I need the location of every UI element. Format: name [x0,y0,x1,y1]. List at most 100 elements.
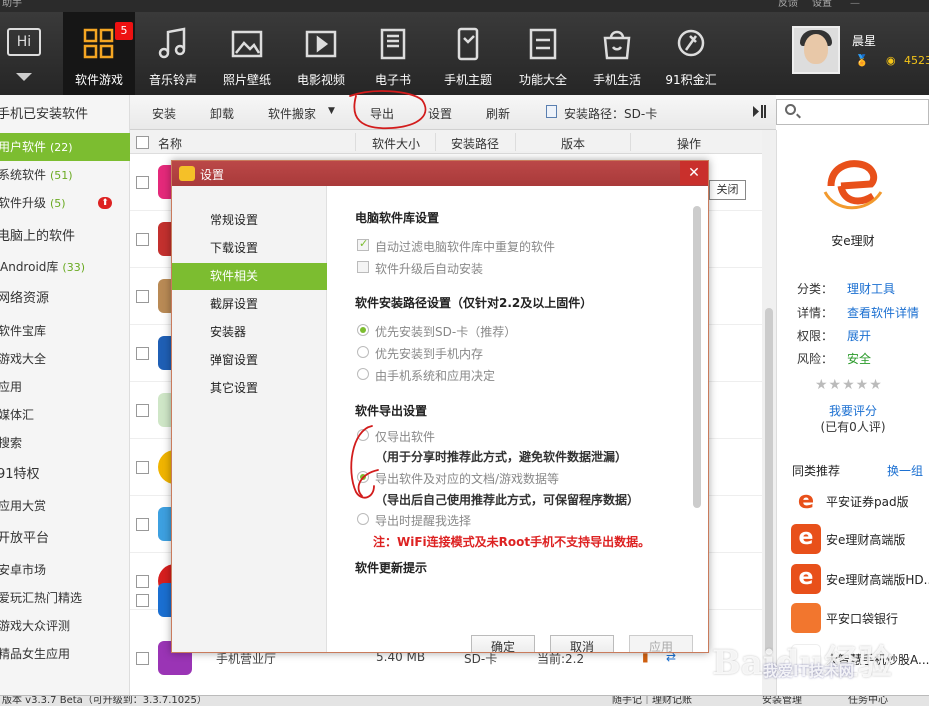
refresh-button[interactable]: 刷新 [486,105,510,122]
feedback-link[interactable]: 反馈 [778,0,798,9]
sidebar-header-net[interactable]: 网络资源 [0,285,127,313]
install-path-selector[interactable]: 安装路径：SD-卡 [564,105,657,122]
row-checkbox[interactable] [136,594,149,607]
option-note: （导出后自己使用推荐此方式，可保留程序数据） [375,493,640,507]
nav-video[interactable]: 电影视频 [285,12,357,95]
app-icon: e [791,486,821,516]
nav-theme[interactable]: 手机主题 [432,12,504,95]
menu-download[interactable]: 下载设置 [172,235,327,262]
row-checkbox[interactable] [136,518,149,531]
sidebar-item-priv[interactable]: 应用大赏 [0,492,128,520]
status-note-link[interactable]: 随手记｜理财记账 [612,696,692,706]
hi-menu[interactable]: Hi [0,12,48,95]
sidebar-item-upgrade[interactable]: 软件升级 (5) ⬆ [0,189,130,217]
radio[interactable] [357,429,369,441]
sidebar-item-open[interactable]: 精品女生应用 [0,640,128,668]
menu-software[interactable]: 软件相关 [172,263,327,290]
menu-popup[interactable]: 弹窗设置 [172,347,327,374]
select-all-checkbox[interactable] [136,136,149,149]
row-checkbox[interactable] [136,652,149,665]
nav-91coins[interactable]: 91积金汇 [655,12,727,95]
dialog-title-bar[interactable]: 设置 ✕ [172,161,708,186]
radio[interactable] [357,368,369,380]
sidebar-item-net[interactable]: 软件宝库 [0,317,128,345]
nav-wallpaper[interactable]: 照片壁纸 [211,12,283,95]
task-center-button[interactable]: 任务中心 [848,696,888,706]
radio[interactable] [357,346,369,358]
settings-button[interactable]: 设置 [428,105,452,122]
sidebar-item-net[interactable]: 搜索 [0,429,128,457]
sidebar-item-net[interactable]: 媒体汇 [0,401,128,429]
nav-music[interactable]: 音乐铃声 [137,12,209,95]
search-input[interactable] [776,99,929,125]
row-checkbox[interactable] [136,461,149,474]
checkbox[interactable] [357,261,369,273]
collapse-panel-icon[interactable] [752,105,766,118]
nav-software-games[interactable]: 5 软件游戏 [63,12,135,95]
sidebar-item-net[interactable]: 应用 [0,373,128,401]
sidebar-item-open[interactable]: 安卓市场 [0,556,128,584]
sidebar-item-open[interactable]: 游戏大众评测 [0,612,128,640]
nav-ebook[interactable]: 电子书 [357,12,429,95]
rate-link[interactable]: 我要评分 [777,402,929,419]
update-count-badge: 5 [115,22,133,40]
coin-balance: 4523 [904,54,929,67]
dialog-scrollbar[interactable] [693,206,701,508]
sidebar-item-open[interactable]: 爱玩汇热门精选 [0,584,128,612]
radio-selected[interactable] [357,585,369,597]
install-button[interactable]: 安装 [152,105,176,122]
chevron-down-icon[interactable]: ▼ [328,106,335,116]
scrollbar-thumb[interactable] [765,308,773,653]
cancel-button[interactable]: 取消 [550,635,614,652]
menu-installer[interactable]: 安装器 [172,319,327,346]
recommend-item[interactable]: e 安e理财高端版HD... [791,564,929,594]
recommend-item[interactable]: 平安口袋银行 [791,603,929,633]
radio-selected[interactable] [357,324,369,336]
sidebar-header-installed[interactable]: 手机已安装软件 [0,101,127,129]
expand-permission-link[interactable]: 展开 [847,327,871,344]
search-icon [785,104,796,115]
export-button[interactable]: 导出 [370,105,394,122]
col-action[interactable]: 操作 [677,135,701,152]
row-checkbox[interactable] [136,290,149,303]
sidebar-header-pc[interactable]: 电脑上的软件 [0,223,127,251]
menu-screenshot[interactable]: 截屏设置 [172,291,327,318]
row-checkbox[interactable] [136,404,149,417]
view-detail-link[interactable]: 查看软件详情 [847,304,919,321]
col-size[interactable]: 软件大小 [372,135,420,152]
swap-group-link[interactable]: 换一组 [887,462,923,479]
row-checkbox[interactable] [136,347,149,360]
category-link[interactable]: 理财工具 [847,280,895,297]
table-scrollbar[interactable] [762,130,776,696]
uninstall-button[interactable]: 卸载 [210,105,234,122]
sidebar-item-android-lib[interactable]: Android库 (33) [0,253,130,281]
menu-other[interactable]: 其它设置 [172,375,327,402]
nav-features[interactable]: 功能大全 [507,12,579,95]
row-checkbox[interactable] [136,176,149,189]
col-name[interactable]: 名称 [158,135,182,152]
sidebar-item-system-apps[interactable]: 系统软件 (51) [0,161,130,189]
avatar[interactable] [792,26,840,74]
rating-stars[interactable]: ★★★★★ [815,377,883,393]
apply-button[interactable]: 应用 [629,635,693,652]
sidebar-item-user-apps[interactable]: 用户软件 (22) [0,133,130,161]
sidebar-header-privilege[interactable]: 91特权 [0,461,127,489]
minimize-button[interactable]: — [850,0,860,9]
radio-selected[interactable] [357,471,369,483]
col-version[interactable]: 版本 [561,135,585,152]
ok-button[interactable]: 确定 [471,635,535,652]
sidebar-item-net[interactable]: 游戏大全 [0,345,128,373]
radio[interactable] [357,513,369,525]
close-icon[interactable]: ✕ [680,161,708,185]
col-path[interactable]: 安装路径 [451,135,499,152]
move-app-button[interactable]: 软件搬家 [268,105,316,122]
row-checkbox[interactable] [136,233,149,246]
install-manager-button[interactable]: 安装管理 [762,696,802,706]
nav-life[interactable]: 手机生活 [581,12,653,95]
recommend-item[interactable]: e 安e理财高端版 [791,524,929,554]
sidebar-header-open[interactable]: 开放平台 [0,525,127,553]
recommend-item[interactable]: e 平安证券pad版 [791,486,929,516]
checkbox-checked[interactable] [357,237,369,251]
settings-link[interactable]: 设置 [812,0,832,9]
menu-general[interactable]: 常规设置 [172,207,327,234]
